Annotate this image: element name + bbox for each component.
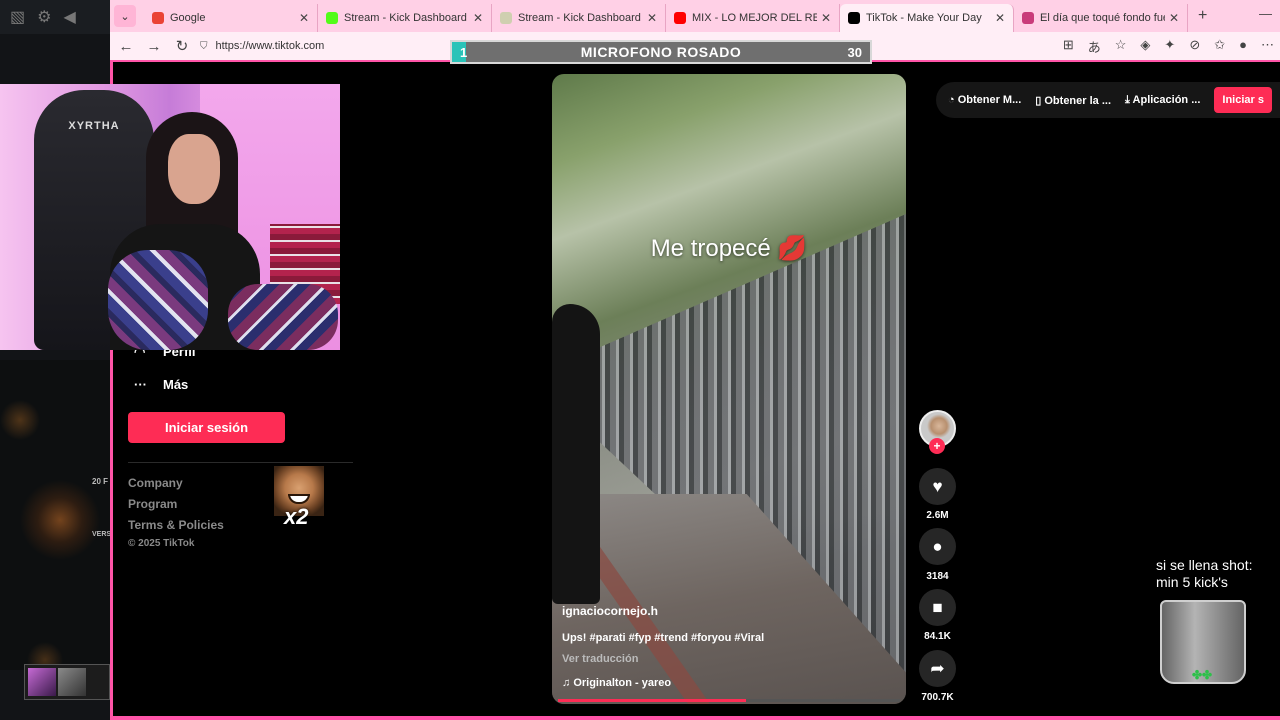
split-icon[interactable]: ⊘ <box>1189 37 1200 56</box>
goal-target: 30 <box>847 44 862 60</box>
webcam-blanket <box>108 250 208 350</box>
multiplier-badge: x2 <box>284 504 309 529</box>
close-tab-icon[interactable]: ✕ <box>1169 11 1179 25</box>
goal-progress-bar: 1 MICROFONO ROSADO 30 <box>450 40 872 64</box>
favorites-icon[interactable]: ✩ <box>1214 37 1225 56</box>
footer-link-terms[interactable]: Terms & Policies <box>128 518 224 532</box>
tab[interactable]: MIX - LO MEJOR DEL REGG ✕ <box>666 4 840 32</box>
tab-favicon-icon <box>1022 12 1034 24</box>
tab-favicon-icon <box>500 12 512 24</box>
divider <box>128 462 353 463</box>
webcam-blanket <box>228 284 338 350</box>
star-icon[interactable]: ☆ <box>1115 37 1127 56</box>
video-progress-bar[interactable] <box>558 699 900 702</box>
background-video <box>0 360 110 670</box>
new-tab-button[interactable]: + <box>1198 7 1207 25</box>
top-login-button[interactable]: Iniciar s <box>1214 87 1272 113</box>
shot-glass-widget: ✤✤ <box>1160 600 1246 684</box>
tab-title: El día que toqué fondo fue el d <box>1040 12 1165 24</box>
video-person <box>552 304 600 604</box>
close-tab-icon[interactable]: ✕ <box>299 11 309 25</box>
url-field[interactable]: ⛉ https://www.tiktok.com <box>200 36 450 56</box>
tab-title: Stream - Kick Dashboard <box>344 12 467 24</box>
footer-link-program[interactable]: Program <box>128 497 177 511</box>
tab-favicon-icon <box>848 12 860 24</box>
back-button[interactable]: ← <box>112 38 140 55</box>
tab[interactable]: Stream - Kick Dashboard ✕ <box>492 4 666 32</box>
login-button[interactable]: Iniciar sesión <box>128 412 285 443</box>
tab-title: MIX - LO MEJOR DEL REGG <box>692 12 817 24</box>
back-icon[interactable]: ◀ <box>63 7 75 27</box>
minimize-button[interactable]: — <box>1259 6 1272 21</box>
saves-count: 84.1K <box>924 631 951 642</box>
close-tab-icon[interactable]: ✕ <box>995 11 1005 25</box>
url-text: https://www.tiktok.com <box>215 40 325 52</box>
heart-icon[interactable]: ♥ <box>919 468 956 505</box>
desktop-app-button[interactable]: ⤓ Aplicación ... <box>1125 94 1200 107</box>
reload-button[interactable]: ↻ <box>168 37 196 55</box>
tab-favicon-icon <box>152 12 164 24</box>
tab-title: TikTok - Make Your Day <box>866 12 982 24</box>
likes-count: 2.6M <box>926 510 949 521</box>
video-caption[interactable]: Ups! #parati #fyp #trend #foryou #Viral <box>562 632 764 644</box>
extension-icon[interactable]: ◈ <box>1140 37 1150 56</box>
follow-plus-icon[interactable]: + <box>929 438 945 454</box>
site-info-icon[interactable]: ⛉ <box>200 41 208 52</box>
video-overlay-text: Me tropecé 💋 <box>650 235 808 262</box>
app-icon[interactable]: ▧ <box>10 7 25 27</box>
goal-label: MICROFONO ROSADO <box>580 44 742 60</box>
glass-caption-line: si se llena shot: <box>1156 557 1253 573</box>
tab[interactable]: TikTok - Make Your Day ✕ <box>840 4 1014 32</box>
tab[interactable]: El día que toqué fondo fue el d ✕ <box>1014 4 1188 32</box>
copyright: © 2025 TikTok <box>128 538 195 549</box>
more-icon[interactable]: ··· <box>134 377 147 392</box>
panel-label: 20 F <box>92 477 109 486</box>
bookmark-icon[interactable]: ■ <box>919 589 956 626</box>
tab-bar: ⌄ Google ✕ Stream - Kick Dashboard ✕ Stream … <box>110 0 1280 32</box>
tab-title: Google <box>170 12 206 24</box>
get-coins-button[interactable]: ◔ Obtener M... <box>948 94 1021 106</box>
comments-count: 3184 <box>926 571 949 582</box>
thumbnail[interactable] <box>58 668 86 696</box>
thumbnail[interactable] <box>28 668 56 696</box>
share-icon[interactable]: ➦ <box>919 650 956 687</box>
webcam-face <box>168 134 220 204</box>
close-tab-icon[interactable]: ✕ <box>821 11 831 25</box>
tab-favicon-icon <box>674 12 686 24</box>
top-action-bar: ◔ Obtener M... ▯ Obtener la ... ⤓ Aplica… <box>936 82 1280 118</box>
tab[interactable]: Stream - Kick Dashboard ✕ <box>318 4 492 32</box>
shares-count: 700.7K <box>921 692 954 703</box>
more-icon[interactable]: ⋯ <box>1261 37 1274 56</box>
panel-label: VERS <box>92 531 112 538</box>
glass-caption-line: min 5 kick's <box>1156 574 1228 590</box>
tab[interactable]: Google ✕ <box>144 4 318 32</box>
tab-menu-button[interactable]: ⌄ <box>114 5 136 27</box>
get-app-button[interactable]: ▯ Obtener la ... <box>1035 94 1111 107</box>
chair-brand: XYRTHA <box>68 120 120 132</box>
thumbnail-strip[interactable] <box>24 664 110 700</box>
close-tab-icon[interactable]: ✕ <box>473 11 483 25</box>
see-translation-link[interactable]: Ver traducción <box>562 653 638 665</box>
video-music[interactable]: ♫ Originalton - yareo <box>562 677 671 689</box>
profile-icon[interactable]: ● <box>1239 37 1247 56</box>
footer-link-company[interactable]: Company <box>128 476 183 490</box>
webcam-overlay: XYRTHA <box>0 84 340 350</box>
kick-icon: ✤✤ <box>1192 668 1213 682</box>
sidebar-item-more[interactable]: Más <box>163 377 188 392</box>
close-tab-icon[interactable]: ✕ <box>647 11 657 25</box>
glass-caption: si se llena shot: min 5 kick's <box>1156 557 1253 591</box>
gear-icon[interactable]: ⚙ <box>37 7 51 27</box>
tab-title: Stream - Kick Dashboard <box>518 12 641 24</box>
apps-icon[interactable]: ⊞ <box>1063 37 1074 56</box>
comment-icon[interactable]: ● <box>919 528 956 565</box>
video-username[interactable]: ignaciocornejo.h <box>562 604 658 618</box>
translate-icon[interactable]: あ <box>1088 37 1101 56</box>
video-player[interactable]: Me tropecé 💋 ignaciocornejo.h Ups! #para… <box>552 74 906 704</box>
tab-favicon-icon <box>326 12 338 24</box>
forward-button[interactable]: → <box>140 38 168 55</box>
address-bar-actions: ⊞ あ ☆ ◈ ✦ ⊘ ✩ ● ⋯ <box>1063 37 1274 56</box>
extensions-icon[interactable]: ✦ <box>1164 37 1175 56</box>
background-app-toolbar: ▧ ⚙ ◀ <box>0 0 110 34</box>
